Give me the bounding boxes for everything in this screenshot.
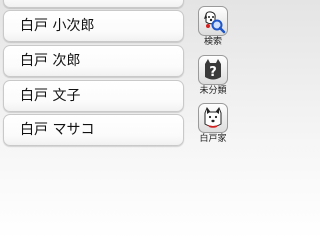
- svg-text:?: ?: [209, 65, 217, 80]
- shirato-family-button[interactable]: 白戸家: [193, 103, 233, 145]
- contact-list: 白戸 小次郎 白戸 次郎 白戸 文子 白戸 マサコ: [0, 0, 186, 240]
- shirato-family-label: 白戸家: [199, 134, 227, 144]
- contact-row[interactable]: 白戸 マサコ: [3, 114, 184, 146]
- contact-name: 白戸 文子: [20, 88, 81, 104]
- contact-row[interactable]: 白戸 小次郎: [3, 10, 184, 42]
- white-dog-icon: [198, 103, 228, 133]
- question-mark-icon: ?: [198, 55, 228, 85]
- contact-row[interactable]: 白戸 文子: [3, 80, 184, 112]
- contact-row[interactable]: 白戸 次郎: [3, 45, 184, 77]
- contact-name: 白戸 小次郎: [20, 18, 95, 34]
- search-label: 検索: [203, 37, 222, 47]
- contact-name: 白戸 次郎: [20, 53, 81, 69]
- contact-name: 白戸 マサコ: [20, 122, 95, 138]
- dog-magnifier-icon: [198, 6, 228, 36]
- uncategorized-button[interactable]: ? 未分類: [193, 55, 233, 97]
- search-button[interactable]: 検索: [193, 6, 233, 48]
- side-menu: 検索 ? 未分類 白戸家: [190, 0, 240, 240]
- uncategorized-label: 未分類: [199, 86, 227, 96]
- contact-row[interactable]: [3, 0, 184, 8]
